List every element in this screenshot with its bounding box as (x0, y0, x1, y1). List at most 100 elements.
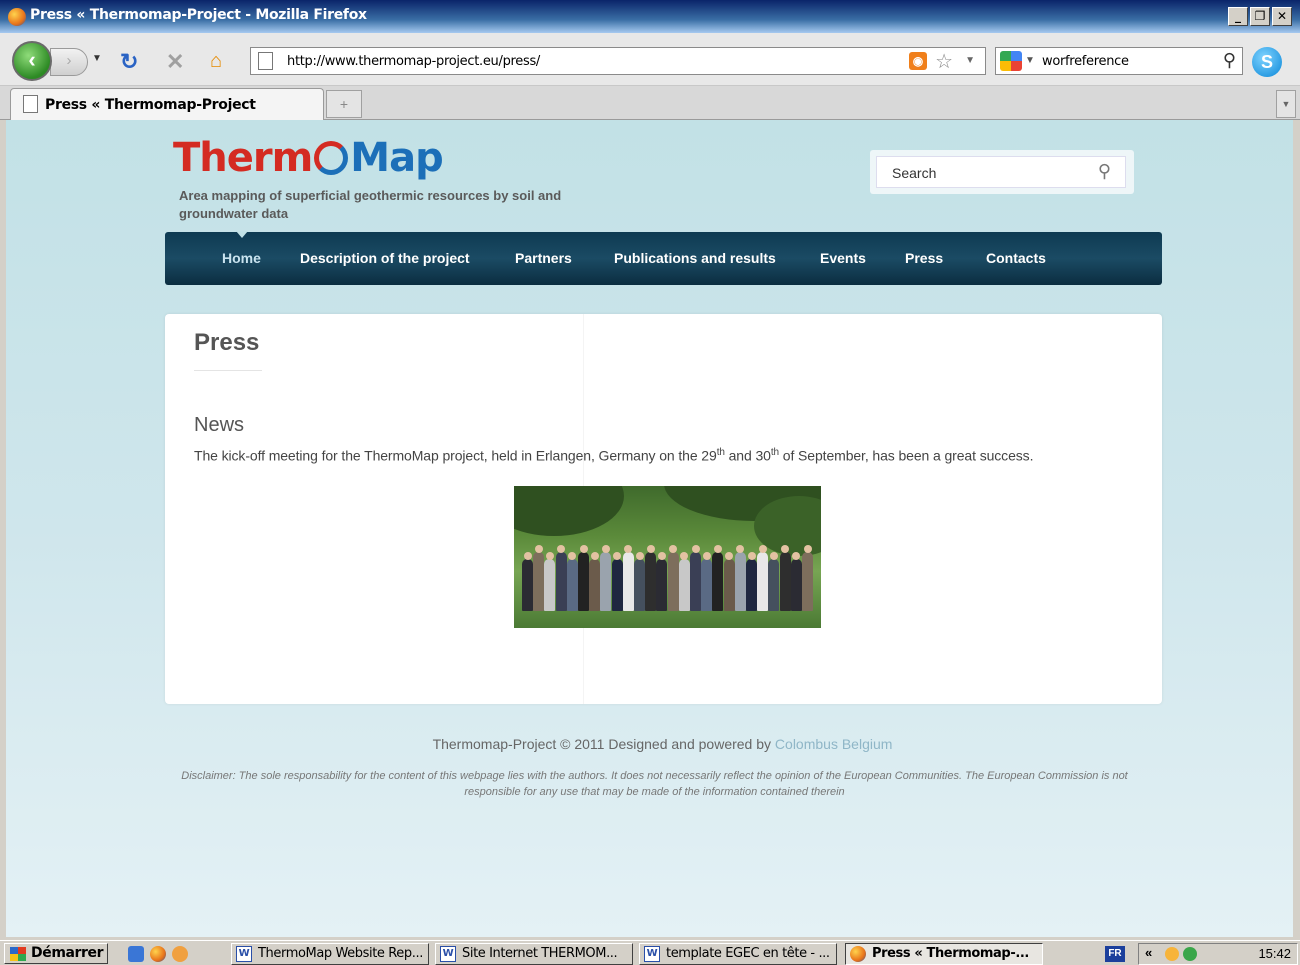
main-menu: Home Description of the project Partners… (165, 231, 1162, 285)
minimize-button[interactable]: _ (1228, 7, 1248, 26)
url-bar[interactable]: http://www.thermomap-project.eu/press/ ◉… (250, 47, 986, 75)
home-icon[interactable]: ⌂ (210, 50, 222, 73)
stop-icon[interactable]: ✕ (166, 49, 184, 75)
photo-person-head (534, 545, 543, 553)
menu-active-pointer (236, 231, 248, 238)
taskbar-item-firefox-press[interactable]: Press « Thermomap-... (845, 943, 1043, 965)
search-icon[interactable]: ⚲ (1098, 161, 1111, 182)
photo-person-head (769, 552, 778, 560)
page-title: Press (194, 329, 260, 356)
windows-taskbar: Démarrer W ThermoMap Website Rep... W Site… (0, 940, 1300, 965)
photo-person-head (702, 552, 711, 560)
menu-home[interactable]: Home (222, 250, 261, 266)
new-tab-button[interactable]: + (326, 90, 362, 118)
photo-person (634, 559, 645, 611)
menu-contacts[interactable]: Contacts (986, 250, 1046, 266)
photo-person (723, 559, 735, 611)
maximize-button[interactable]: ❐ (1250, 7, 1270, 26)
quicklaunch-firefox-icon[interactable] (150, 946, 166, 962)
tab-list-button[interactable]: ▼ (1276, 90, 1296, 118)
tray-expand-icon[interactable]: « (1145, 945, 1152, 960)
photo-person (678, 559, 690, 611)
window-titlebar: Press « Thermomap-Project - Mozilla Fire… (0, 0, 1300, 33)
engine-dropdown-icon[interactable]: ▼ (1025, 55, 1035, 66)
site-search-input[interactable]: Search ⚲ (876, 156, 1126, 188)
photo-person-head (646, 545, 655, 553)
menu-partners[interactable]: Partners (515, 250, 572, 266)
photo-person-head (657, 552, 666, 560)
site-search: Search ⚲ (870, 150, 1134, 194)
tab-bar: Press « Thermomap-Project + ▼ (0, 86, 1300, 120)
photo-person (600, 552, 612, 611)
tab-press[interactable]: Press « Thermomap-Project (10, 88, 324, 120)
taskbar-item-thermomap-report[interactable]: W ThermoMap Website Rep... (231, 943, 429, 965)
bookmark-star-icon[interactable]: ☆ (935, 49, 953, 74)
history-dropdown-icon[interactable]: ▼ (92, 53, 102, 64)
start-button[interactable]: Démarrer (4, 943, 109, 964)
browser-search-input[interactable]: worfreference (1042, 54, 1129, 69)
photo-person (757, 552, 769, 611)
taskbar-item-template-egec[interactable]: Wtemplate EGEC en tête - ... (639, 943, 837, 965)
system-tray: FR « 15:42 (1105, 943, 1298, 965)
photo-person (622, 552, 634, 611)
search-icon[interactable]: ⚲ (1223, 50, 1236, 71)
close-button[interactable]: ✕ (1272, 7, 1292, 26)
menu-publications[interactable]: Publications and results (614, 250, 776, 266)
url-dropdown-icon[interactable]: ▼ (965, 55, 975, 66)
footer-colombus-link[interactable]: Colombus Belgium (775, 736, 893, 752)
photo-person (645, 552, 657, 611)
content-panel: Press News The kick-off meeting for the … (165, 314, 1162, 704)
firefox-icon (850, 946, 866, 962)
photo-person-head (523, 552, 532, 560)
menu-events[interactable]: Events (820, 250, 866, 266)
forward-button[interactable]: › (50, 48, 88, 76)
page-icon (258, 52, 273, 70)
logo-loop-icon (314, 141, 349, 175)
photo-person (712, 552, 724, 611)
word-icon: W (236, 946, 252, 962)
clock: 15:42 (1258, 946, 1291, 961)
back-button[interactable]: ‹ (12, 41, 52, 81)
window-title: Press « Thermomap-Project - Mozilla Fire… (30, 7, 367, 23)
browser-search-box[interactable]: ▼ worfreference ⚲ (995, 47, 1243, 75)
search-engine-icon[interactable] (1000, 51, 1022, 71)
photo-person-head (747, 552, 756, 560)
photo-person (734, 552, 746, 611)
word-icon: W (440, 946, 456, 962)
tray-update-icon[interactable] (1183, 947, 1197, 961)
tab-label: Press « Thermomap-Project (45, 97, 256, 113)
reload-icon[interactable]: ↻ (120, 49, 138, 75)
window-controls: _ ❐ ✕ (1228, 7, 1292, 26)
photo-person-head (758, 545, 767, 553)
title-underline (194, 370, 262, 371)
menu-description[interactable]: Description of the project (300, 250, 470, 266)
logo-therm: Therm (173, 135, 313, 181)
photo-person (690, 552, 701, 611)
photo-person-head (590, 552, 599, 560)
menu-press[interactable]: Press (905, 250, 943, 266)
photo-person-head (691, 545, 700, 553)
group-photo (514, 486, 821, 628)
tray-app-icon[interactable] (1165, 947, 1179, 961)
rss-icon[interactable]: ◉ (909, 52, 927, 70)
site-tagline: Area mapping of superficial geothermic r… (179, 188, 562, 221)
tab-page-icon (23, 95, 38, 113)
photo-person (566, 559, 578, 611)
logo-map: Map (350, 135, 443, 181)
url-text[interactable]: http://www.thermomap-project.eu/press/ (287, 54, 540, 69)
firefox-icon (8, 8, 26, 26)
photo-person-head (713, 545, 722, 553)
skype-icon[interactable]: S (1252, 47, 1282, 77)
photo-person-head (635, 552, 644, 560)
photo-person-head (579, 545, 588, 553)
photo-crowd (514, 536, 821, 611)
quicklaunch-ie-icon[interactable] (128, 946, 144, 962)
photo-person (790, 559, 802, 611)
site-logo[interactable]: Therm Map (173, 135, 444, 181)
taskbar-item-site-internet[interactable]: W Site Internet THERMOM... (435, 943, 633, 965)
quicklaunch-app-icon[interactable] (172, 946, 188, 962)
language-indicator[interactable]: FR (1105, 946, 1125, 962)
word-icon: W (644, 946, 660, 962)
navigation-toolbar: › ‹ ▼ ↻ ✕ ⌂ http://www.thermomap-project… (0, 33, 1300, 86)
photo-person (768, 559, 780, 611)
